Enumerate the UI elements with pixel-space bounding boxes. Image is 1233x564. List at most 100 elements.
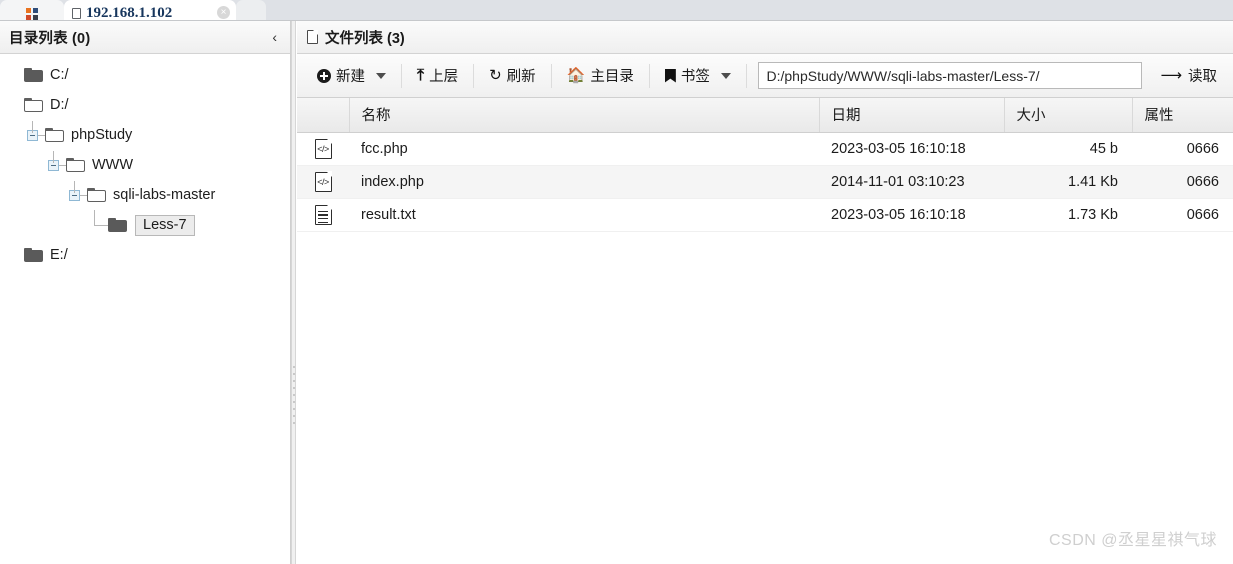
file-list-header: 文件列表 (3)	[297, 21, 1233, 54]
file-size-cell: 45 b	[1004, 132, 1132, 166]
bookmark-button-label: 书签	[680, 69, 710, 85]
table-row[interactable]: result.txt 2023-03-05 16:10:18 1.73 Kb 0666	[297, 198, 1233, 232]
file-icon-cell: </>	[297, 132, 349, 166]
panel-splitter[interactable]	[291, 21, 296, 564]
file-toolbar: 新建 ⤒ 上层 ↻ 刷新 🏠 主目录 书签 ⟶ 读取	[297, 54, 1233, 98]
file-attr-cell: 0666	[1132, 198, 1233, 232]
path-input[interactable]	[758, 62, 1143, 89]
csdn-watermark: CSDN @丞星星祺气球	[1048, 532, 1217, 549]
tree-item-label: phpStudy	[71, 127, 133, 143]
file-name-cell: result.txt	[349, 198, 819, 232]
tab-apps[interactable]	[0, 0, 64, 20]
arrow-up-icon: ⤒	[417, 66, 425, 84]
folder-icon	[24, 247, 43, 263]
folder-open-icon	[45, 127, 64, 143]
toolbar-separator	[745, 63, 747, 88]
file-attr-cell: 0666	[1132, 165, 1233, 199]
table-row[interactable]: </> fcc.php 2023-03-05 16:10:18 45 b 0666	[297, 132, 1233, 166]
column-header-date[interactable]: 日期	[819, 98, 1005, 133]
refresh-button-label: 刷新	[506, 69, 536, 85]
home-button[interactable]: 🏠 主目录	[559, 60, 642, 91]
tree-expander-collapse-icon[interactable]	[27, 120, 38, 141]
tree-item-sqli-labs-master[interactable]: sqli-labs-master	[0, 180, 290, 210]
tree-connector	[38, 134, 45, 136]
table-row[interactable]: </> index.php 2014-11-01 03:10:23 1.41 Kb 06…	[297, 165, 1233, 199]
code-file-icon: </>	[314, 138, 332, 159]
plus-circle-icon	[317, 68, 331, 83]
splitter-grip	[293, 366, 295, 426]
up-button-label: 上层	[429, 69, 459, 85]
toolbar-separator	[550, 63, 552, 88]
file-icon-cell: </>	[297, 165, 349, 199]
new-button-label: 新建	[336, 69, 365, 85]
file-table: 名称 日期 大小 属性 </> fcc.php 2023-03-05 16:10:1…	[297, 98, 1233, 232]
close-icon[interactable]: ×	[217, 6, 230, 19]
read-button-label: 读取	[1188, 69, 1217, 85]
tree-item-c[interactable]: C:/	[0, 60, 290, 90]
column-header-attr[interactable]: 属性	[1132, 98, 1233, 133]
text-file-icon	[314, 204, 332, 225]
directory-tree: C:/ D:/phpStudy WWW sqli-labs-master Less-7 E…	[0, 54, 290, 270]
home-icon: 🏠	[566, 67, 586, 84]
column-header-icon	[297, 98, 350, 133]
apps-grid-icon	[26, 8, 38, 20]
folder-open-icon	[87, 187, 106, 203]
directory-list-header: 目录列表 (0) ‹	[0, 21, 290, 54]
new-button[interactable]: 新建	[309, 60, 394, 91]
tab-title: 192.168.1.102	[86, 4, 173, 21]
code-file-icon: </>	[314, 171, 332, 192]
column-header-name[interactable]: 名称	[349, 98, 820, 133]
file-list-title: 文件列表 (3)	[325, 30, 405, 47]
tree-item-less-7[interactable]: Less-7	[0, 209, 290, 240]
refresh-button[interactable]: ↻ 刷新	[481, 60, 544, 91]
directory-list-panel: 目录列表 (0) ‹ C:/ D:/phpStudy WWW sqli-labs-ma…	[0, 21, 291, 564]
file-list-panel: 文件列表 (3) 新建 ⤒ 上层 ↻ 刷新 🏠 主目录 书签 D:/phpStu…	[297, 21, 1233, 564]
page-icon	[72, 7, 81, 19]
bookmark-button[interactable]: 书签	[657, 60, 739, 91]
file-date-cell: 2023-03-05 16:10:18	[819, 132, 1004, 166]
tree-expander-collapse-icon[interactable]	[69, 180, 80, 201]
read-button[interactable]: ⟶ 读取	[1152, 60, 1225, 91]
toolbar-separator	[401, 63, 402, 88]
folder-icon	[108, 217, 127, 233]
tree-item-e[interactable]: E:/	[0, 240, 290, 270]
file-size-cell: 1.73 Kb	[1004, 198, 1132, 232]
tree-item-label: WWW	[92, 157, 134, 173]
tree-item-phpstudy[interactable]: phpStudy	[0, 120, 290, 150]
tree-item-d[interactable]: D:/	[0, 90, 290, 120]
chevron-down-icon[interactable]	[720, 72, 731, 79]
tree-item-label: sqli-labs-master	[113, 187, 216, 203]
tree-connector	[101, 224, 108, 226]
tree-item-label: C:/	[50, 67, 69, 83]
file-attr-cell: 0666	[1132, 132, 1233, 166]
tree-item-www[interactable]: WWW	[0, 150, 290, 180]
file-size-cell: 1.41 Kb	[1004, 165, 1132, 199]
directory-list-title: 目录列表 (0)	[9, 30, 91, 47]
tree-item-label: D:/	[50, 97, 69, 113]
folder-open-icon	[66, 157, 85, 173]
browser-tab-strip: 192.168.1.102 ×	[0, 0, 1233, 21]
file-name-cell: index.php	[349, 165, 819, 199]
file-date-cell: 2014-11-01 03:10:23	[819, 165, 1004, 199]
tree-item-label: E:/	[50, 247, 68, 263]
file-table-header-row: 名称 日期 大小 属性	[297, 98, 1233, 133]
tree-connector	[90, 209, 102, 231]
tab-next[interactable]	[236, 0, 266, 20]
path-bar: ⟶ 读取	[758, 60, 1225, 91]
tree-item-label: Less-7	[135, 214, 195, 236]
chevron-left-icon[interactable]: ‹	[269, 30, 280, 44]
tab-active-192-168-1-102[interactable]: 192.168.1.102 ×	[64, 0, 236, 20]
up-button[interactable]: ⤒ 上层	[409, 60, 466, 91]
tree-expander-collapse-icon[interactable]	[48, 150, 59, 171]
file-name-cell: fcc.php	[349, 132, 819, 166]
arrow-right-icon: ⟶	[1160, 67, 1182, 84]
folder-icon	[24, 67, 43, 83]
chevron-down-icon[interactable]	[376, 72, 386, 79]
toolbar-separator	[473, 63, 475, 88]
page-icon	[307, 30, 318, 44]
file-date-cell: 2023-03-05 16:10:18	[819, 198, 1004, 232]
column-header-size[interactable]: 大小	[1004, 98, 1133, 133]
home-button-label: 主目录	[590, 69, 634, 85]
